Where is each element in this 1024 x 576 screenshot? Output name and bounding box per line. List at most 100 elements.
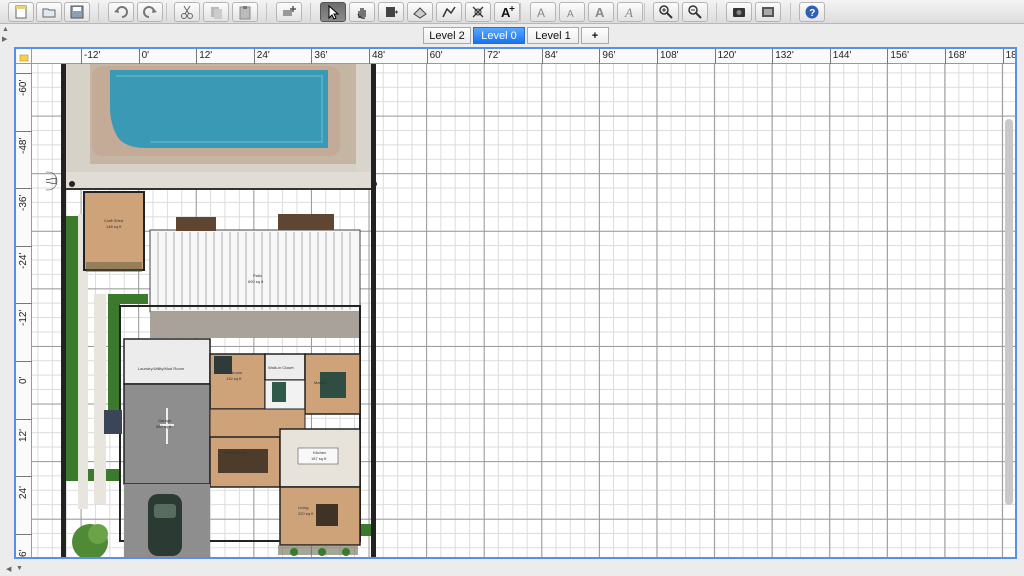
create-polylines-icon xyxy=(442,6,456,18)
create-video-icon xyxy=(762,7,774,17)
room-laundry[interactable] xyxy=(123,338,211,385)
create-dimensions-button[interactable] xyxy=(465,2,491,22)
ruler-tick-horizontal: 60' xyxy=(426,49,443,64)
label-living: Living xyxy=(298,505,308,510)
select-pointer-button[interactable] xyxy=(320,2,346,22)
stone-terrace xyxy=(150,312,360,338)
label-kitchen: Kitchen xyxy=(313,450,326,455)
ruler-tick-vertical: -24' xyxy=(16,245,32,269)
svg-text:A: A xyxy=(624,5,633,20)
cut-button[interactable] xyxy=(174,2,200,22)
pan-hand-button[interactable] xyxy=(349,2,375,22)
ruler-tick-horizontal: 72' xyxy=(484,49,500,64)
zoom-out-button[interactable] xyxy=(682,2,708,22)
swimming-pool xyxy=(110,70,328,148)
copy-button[interactable] xyxy=(203,2,229,22)
collapse-up-arrow-icon[interactable]: ▲ xyxy=(2,26,9,33)
ruler-tick-vertical: -60' xyxy=(16,73,32,96)
label-dining: Dining Room xyxy=(224,450,248,455)
label-patio: Patio xyxy=(253,273,263,278)
hedge-west xyxy=(66,216,78,471)
ruler-tick-horizontal: 108' xyxy=(657,49,679,64)
create-walls-icon xyxy=(386,7,398,17)
toolbar: A A A A A? xyxy=(0,0,1024,24)
zoom-in-button[interactable] xyxy=(653,2,679,22)
cut-icon xyxy=(181,5,193,19)
app-window: A A A A A? ▲ ▶ Level 2 Level 0 Level 1 + -12… xyxy=(0,0,1024,576)
add-furniture-icon xyxy=(283,6,296,16)
undo-icon xyxy=(114,6,128,18)
car xyxy=(148,494,182,556)
collapse-down-arrow-icon[interactable]: ▼ xyxy=(16,565,23,572)
svg-text:A: A xyxy=(537,6,545,20)
ruler-tick-horizontal: 36' xyxy=(311,49,327,64)
italic-text-button[interactable]: A xyxy=(617,2,643,22)
italic-text-icon: A xyxy=(624,5,633,20)
label-kitchen-area: 187 sq ft xyxy=(311,456,327,461)
bold-text-button[interactable]: A xyxy=(588,2,614,22)
undo-button[interactable] xyxy=(108,2,134,22)
help-icon: ? xyxy=(805,5,819,19)
label-garage-area: 580 sq ft xyxy=(156,424,172,429)
add-level-button[interactable]: + xyxy=(581,27,609,44)
horizontal-ruler: -12' 0' 12' 24' 36' 48' 60' 72' 84' 96' 108' 120' 13… xyxy=(32,49,1015,64)
compass-icon[interactable] xyxy=(46,171,58,191)
status-bar: ◀ ▼ xyxy=(0,561,1024,576)
increase-text-size-button[interactable]: A xyxy=(530,2,556,22)
tab-level-1[interactable]: Level 1 xyxy=(527,27,579,44)
collapse-left-arrow-icon[interactable]: ◀ xyxy=(6,565,11,573)
ruler-tick-horizontal: 24' xyxy=(253,49,270,64)
toolbar-separator xyxy=(266,3,267,21)
create-photo-icon xyxy=(733,8,745,17)
label-craft-shed: Craft Shed xyxy=(104,218,123,223)
toolbar-separator xyxy=(166,3,167,21)
label-master: Master xyxy=(314,380,327,385)
redo-button[interactable] xyxy=(137,2,163,22)
ruler-tick-horizontal: 12' xyxy=(196,49,212,64)
zoom-out-icon xyxy=(688,5,702,19)
paste-icon xyxy=(239,6,251,20)
ruler-tick-vertical: -48' xyxy=(16,130,32,154)
paste-button[interactable] xyxy=(232,2,258,22)
ruler-tick-vertical: -36' xyxy=(16,188,32,211)
tab-level-2[interactable]: Level 2 xyxy=(423,27,471,44)
create-polylines-button[interactable] xyxy=(436,2,462,22)
create-video-button[interactable] xyxy=(755,2,781,22)
house-floor-plan[interactable]: Craft Shed 148 sq ft Patio 690 sq ft Lau… xyxy=(46,64,398,559)
ruler-tick-horizontal: 132' xyxy=(772,49,794,64)
decrease-text-size-button[interactable]: A xyxy=(559,2,585,22)
create-rooms-icon xyxy=(413,7,427,19)
ruler-tick-horizontal: 84' xyxy=(541,49,558,64)
svg-text:A: A xyxy=(595,5,605,20)
new-file-button[interactable] xyxy=(8,2,34,22)
zoom-in-icon xyxy=(659,5,673,19)
label-living-area: 220 sq ft xyxy=(298,511,314,516)
ruler-corner xyxy=(16,49,32,64)
ruler-tick-horizontal: -12' xyxy=(81,49,100,64)
add-text-button[interactable]: A xyxy=(494,2,520,22)
open-file-icon xyxy=(42,8,56,18)
redo-icon xyxy=(143,6,157,18)
ruler-tick-vertical: 12' xyxy=(16,418,32,442)
toolbar-separator xyxy=(98,3,99,21)
room-craft-shed[interactable] xyxy=(83,191,145,271)
toolbar-separator xyxy=(716,3,717,21)
tab-level-0[interactable]: Level 0 xyxy=(473,27,525,44)
label-craft-shed-area: 148 sq ft xyxy=(106,224,122,229)
toolbar-separator xyxy=(644,3,645,21)
collapse-right-arrow-icon[interactable]: ▶ xyxy=(2,35,7,43)
label-bedroom: Bedroom xyxy=(226,370,243,375)
save-file-button[interactable] xyxy=(64,2,90,22)
plan-view[interactable]: -12' 0' 12' 24' 36' 48' 60' 72' 84' 96' 108' 120' 13… xyxy=(14,47,1017,559)
ruler-tick-vertical: 0' xyxy=(16,361,32,384)
help-button[interactable]: ? xyxy=(799,2,825,22)
create-rooms-button[interactable] xyxy=(407,2,433,22)
ruler-tick-vertical: 24' xyxy=(16,476,32,499)
open-file-button[interactable] xyxy=(36,2,62,22)
create-photo-button[interactable] xyxy=(726,2,752,22)
create-walls-button[interactable] xyxy=(378,2,404,22)
add-furniture-button[interactable] xyxy=(276,2,302,22)
vertical-scrollbar[interactable] xyxy=(1005,119,1013,505)
ruler-tick-vertical: 6' xyxy=(16,534,32,557)
label-walk-in-closet: Walk-in Closet xyxy=(268,365,295,370)
